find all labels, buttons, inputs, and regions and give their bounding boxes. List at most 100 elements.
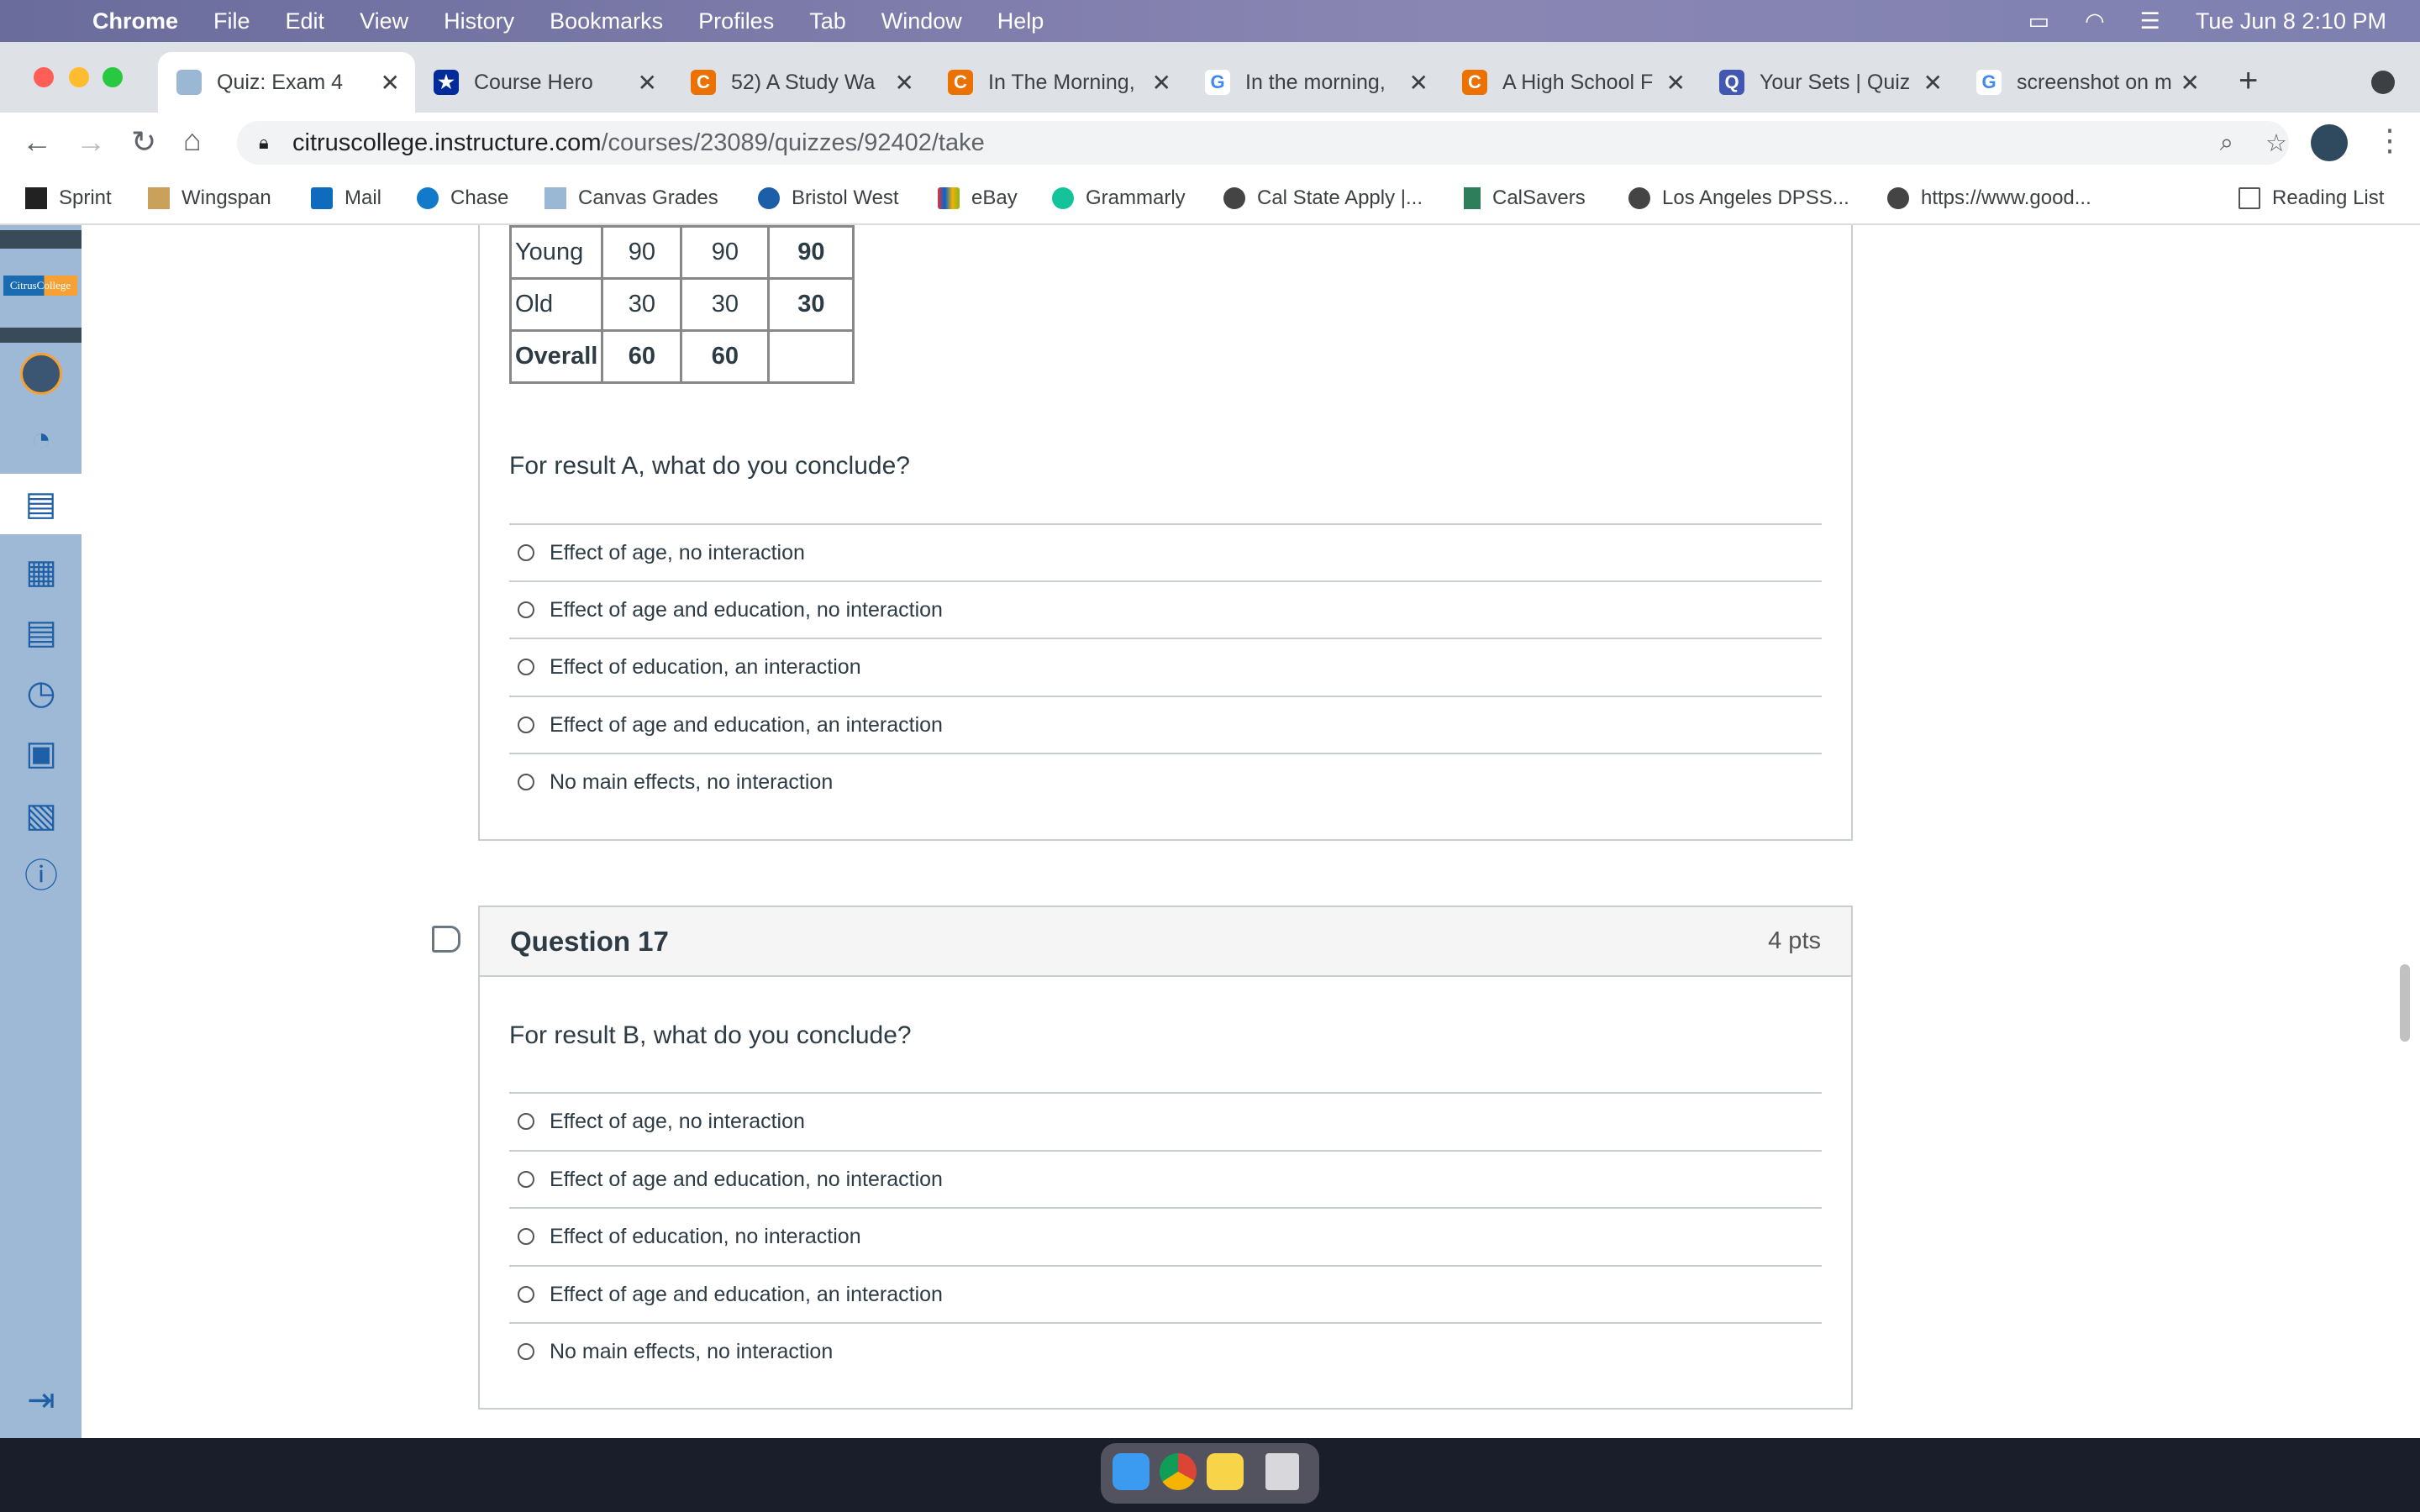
bookmark-mail[interactable]: Mail <box>311 186 381 210</box>
radio-button[interactable] <box>518 1228 534 1245</box>
close-tab-icon[interactable]: ✕ <box>1923 69 1943 97</box>
inbox-icon[interactable]: ▤ <box>22 613 60 652</box>
table-row: Young 90 90 90 <box>508 225 855 280</box>
bookmark-wingspan[interactable]: Wingspan <box>148 186 271 210</box>
bookmarks-bar: Sprint Wingspan Mail Chase Canvas Grades… <box>0 173 2420 225</box>
home-icon[interactable]: ⌂ <box>183 123 202 158</box>
menu-window[interactable]: Window <box>881 8 962 34</box>
close-tab-icon[interactable]: ✕ <box>2181 69 2200 97</box>
bookmark-ebay[interactable]: eBay <box>938 186 1018 210</box>
menu-view[interactable]: View <box>360 8 408 34</box>
menu-tab[interactable]: Tab <box>809 8 846 34</box>
tab-google-1[interactable]: G In the morning, ✕ <box>1186 52 1444 113</box>
q17-option[interactable]: Effect of age and education, an interact… <box>509 1265 1822 1322</box>
tab-quizlet[interactable]: Q Your Sets | Quiz ✕ <box>1701 52 1958 113</box>
q17-option[interactable]: Effect of education, no interaction <box>509 1207 1822 1264</box>
collapse-nav-icon[interactable]: ⇥ <box>22 1381 60 1420</box>
q17-option[interactable]: Effect of age and education, no interact… <box>509 1150 1822 1207</box>
radio-button[interactable] <box>518 717 534 733</box>
close-tab-icon[interactable]: ✕ <box>1409 69 1428 97</box>
menu-icon[interactable]: ⋮ <box>2375 123 2405 158</box>
bookmark-grammarly[interactable]: Grammarly <box>1052 186 1186 210</box>
history-icon[interactable]: ◷ <box>22 674 60 712</box>
q17-option[interactable]: Effect of age, no interaction <box>509 1092 1822 1149</box>
bookmark-bristol-west[interactable]: Bristol West <box>758 186 899 210</box>
menu-bookmarks[interactable]: Bookmarks <box>550 8 663 34</box>
menu-file[interactable]: File <box>213 8 250 34</box>
radio-button[interactable] <box>518 1113 534 1130</box>
close-tab-icon[interactable]: ✕ <box>895 69 914 97</box>
studio-icon[interactable]: ▣ <box>22 734 60 773</box>
finder-icon[interactable] <box>1113 1453 1150 1490</box>
calendar-icon[interactable]: ▦ <box>22 553 60 591</box>
menu-edit[interactable]: Edit <box>286 8 325 34</box>
control-center-icon[interactable]: ☰ <box>2140 8 2160 34</box>
nav-divider <box>0 230 82 249</box>
menu-help[interactable]: Help <box>997 8 1044 34</box>
zoom-icon[interactable]: ⌕ <box>2220 129 2233 157</box>
trash-icon[interactable] <box>1265 1453 1299 1490</box>
question-points: 4 pts <box>1768 927 1821 954</box>
chegg-icon: C <box>1462 70 1487 95</box>
battery-icon[interactable]: ▭ <box>2028 8 2050 34</box>
q16-option[interactable]: Effect of education, an interaction <box>509 638 1822 695</box>
forward-icon[interactable]: → <box>76 124 106 160</box>
courses-icon[interactable]: ▤ <box>0 474 82 534</box>
q16-option[interactable]: Effect of age and education, no interact… <box>509 580 1822 638</box>
citrus-college-logo[interactable]: CitrusCollege <box>3 276 77 296</box>
new-tab-icon[interactable]: + <box>2238 62 2258 100</box>
back-icon[interactable]: ← <box>22 124 52 160</box>
bookmark-cal-state-apply[interactable]: Cal State Apply |... <box>1223 186 1423 210</box>
bookmark-canvas-grades[interactable]: Canvas Grades <box>544 186 718 210</box>
help-icon[interactable]: ⓘ <box>22 857 60 895</box>
clock[interactable]: Tue Jun 8 2:10 PM <box>2196 8 2386 34</box>
menu-profiles[interactable]: Profiles <box>698 8 774 34</box>
radio-button[interactable] <box>518 774 534 790</box>
radio-button[interactable] <box>518 1286 534 1303</box>
tab-quiz[interactable]: Quiz: Exam 4 ✕ <box>158 52 415 113</box>
tab-chegg-1[interactable]: C 52) A Study Wa ✕ <box>672 52 929 113</box>
dashboard-icon[interactable]: ◔ <box>22 420 60 459</box>
close-tab-icon[interactable]: ✕ <box>1666 69 1686 97</box>
reading-list-button[interactable]: Reading List <box>2238 186 2384 210</box>
close-window-button[interactable] <box>34 67 54 87</box>
minimize-window-button[interactable] <box>69 67 89 87</box>
tab-search-icon[interactable] <box>2371 71 2395 94</box>
macos-menubar: Chrome File Edit View History Bookmarks … <box>0 0 2420 42</box>
q16-option[interactable]: Effect of age, no interaction <box>509 523 1822 580</box>
account-avatar[interactable] <box>20 353 62 395</box>
bookmark-la-dpss[interactable]: Los Angeles DPSS... <box>1628 186 1849 210</box>
wifi-icon[interactable]: ◠ <box>2085 8 2105 34</box>
radio-button[interactable] <box>518 659 534 675</box>
close-tab-icon[interactable]: ✕ <box>1152 69 1171 97</box>
bookmark-sprint[interactable]: Sprint <box>25 186 112 210</box>
close-tab-icon[interactable]: ✕ <box>381 69 400 97</box>
commons-icon[interactable]: ▧ <box>22 796 60 835</box>
menu-app[interactable]: Chrome <box>92 8 178 34</box>
radio-button[interactable] <box>518 601 534 618</box>
q16-option[interactable]: Effect of age and education, an interact… <box>509 696 1822 753</box>
bookmark-chase[interactable]: Chase <box>417 186 508 210</box>
bookmark-good[interactable]: https://www.good... <box>1887 186 2091 210</box>
star-icon[interactable]: ☆ <box>2265 129 2287 158</box>
menu-history[interactable]: History <box>444 8 514 34</box>
close-tab-icon[interactable]: ✕ <box>638 69 657 97</box>
radio-button[interactable] <box>518 1171 534 1188</box>
profile-avatar[interactable] <box>2311 124 2348 161</box>
tab-chegg-3[interactable]: CA High School F ✕ <box>1444 52 1701 113</box>
q17-option[interactable]: No main effects, no interaction <box>509 1322 1822 1379</box>
scrollbar[interactable] <box>2400 964 2410 1042</box>
address-bar[interactable]: 🔒︎ citruscollege.instructure.com/courses… <box>237 121 2289 165</box>
reload-icon[interactable]: ↻ <box>131 124 156 160</box>
tab-google-2[interactable]: Gscreenshot on m ✕ <box>1958 52 2215 113</box>
zoom-window-button[interactable] <box>103 67 123 87</box>
bookmark-calsavers[interactable]: CalSavers <box>1464 186 1586 210</box>
radio-button[interactable] <box>518 544 534 561</box>
tab-course-hero[interactable]: ★ Course Hero ✕ <box>415 52 672 113</box>
tab-chegg-2[interactable]: C In The Morning, ✕ <box>929 52 1186 113</box>
flag-question-icon[interactable] <box>432 926 460 953</box>
chrome-icon[interactable] <box>1160 1453 1197 1490</box>
q16-option[interactable]: No main effects, no interaction <box>509 753 1822 810</box>
notes-icon[interactable] <box>1207 1453 1244 1490</box>
radio-button[interactable] <box>518 1343 534 1360</box>
